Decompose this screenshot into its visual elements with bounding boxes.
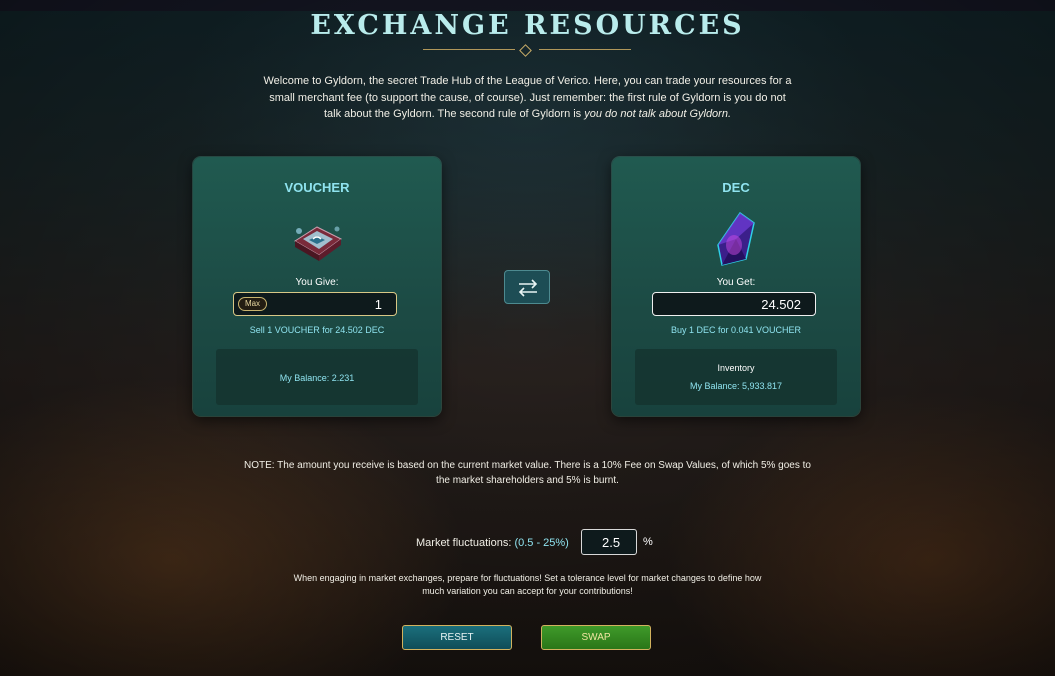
give-resource-title: VOUCHER [284,180,350,195]
fluctuation-input[interactable]: 2.5 [581,529,637,555]
give-panel: VOUCHER You Give: Max 1 Sell 1 VOUCHER f… [193,157,441,416]
get-label: You Get: [716,277,756,288]
get-resource-title: DEC [722,180,750,195]
dec-crystal-icon [706,209,766,269]
inventory-label: Inventory [717,363,755,373]
intro-text: Welcome to Gyldorn, the secret Trade Hub… [260,73,795,123]
get-balance: My Balance: 5,933.817 [689,381,783,391]
give-amount-input[interactable]: Max 1 [233,292,397,316]
give-label: You Give: [295,277,339,288]
title-ornament [423,44,631,57]
swap-button[interactable]: SWAP [541,625,651,650]
get-amount-value: 24.502 [761,297,801,312]
voucher-chest-icon [287,209,347,269]
give-balance: My Balance: 2.231 [279,373,355,383]
fluctuation-value: 2.5 [602,535,621,550]
sell-rate-text: Sell 1 VOUCHER for 24.502 DEC [249,325,385,335]
fluctuation-unit: % [643,536,653,548]
page-title: EXCHANGE RESOURCES [310,10,745,41]
swap-direction-button[interactable] [504,270,550,304]
fluctuation-label: Market fluctuations: (0.5 - 25%) [416,537,569,549]
fluctuation-range: (0.5 - 25%) [514,537,569,549]
reset-button[interactable]: RESET [402,625,512,650]
fluctuation-label-text: Market fluctuations: [416,537,515,549]
get-amount-input[interactable]: 24.502 [652,292,816,316]
buy-rate-text: Buy 1 DEC for 0.041 VOUCHER [670,325,802,335]
swap-arrows-icon [518,279,538,297]
give-amount-value: 1 [374,297,382,312]
get-panel: DEC You Get: 24.502 Buy 1 DEC for 0.041 … [612,157,860,416]
get-balance-box: Inventory My Balance: 5,933.817 [635,349,837,405]
max-button[interactable]: Max [238,297,267,311]
tolerance-text: When engaging in market exchanges, prepa… [293,573,762,596]
fee-note: NOTE: The amount you receive is based on… [244,460,811,486]
intro-italic: you do not talk about Gyldorn. [584,108,732,120]
give-balance-box: My Balance: 2.231 [216,349,418,405]
